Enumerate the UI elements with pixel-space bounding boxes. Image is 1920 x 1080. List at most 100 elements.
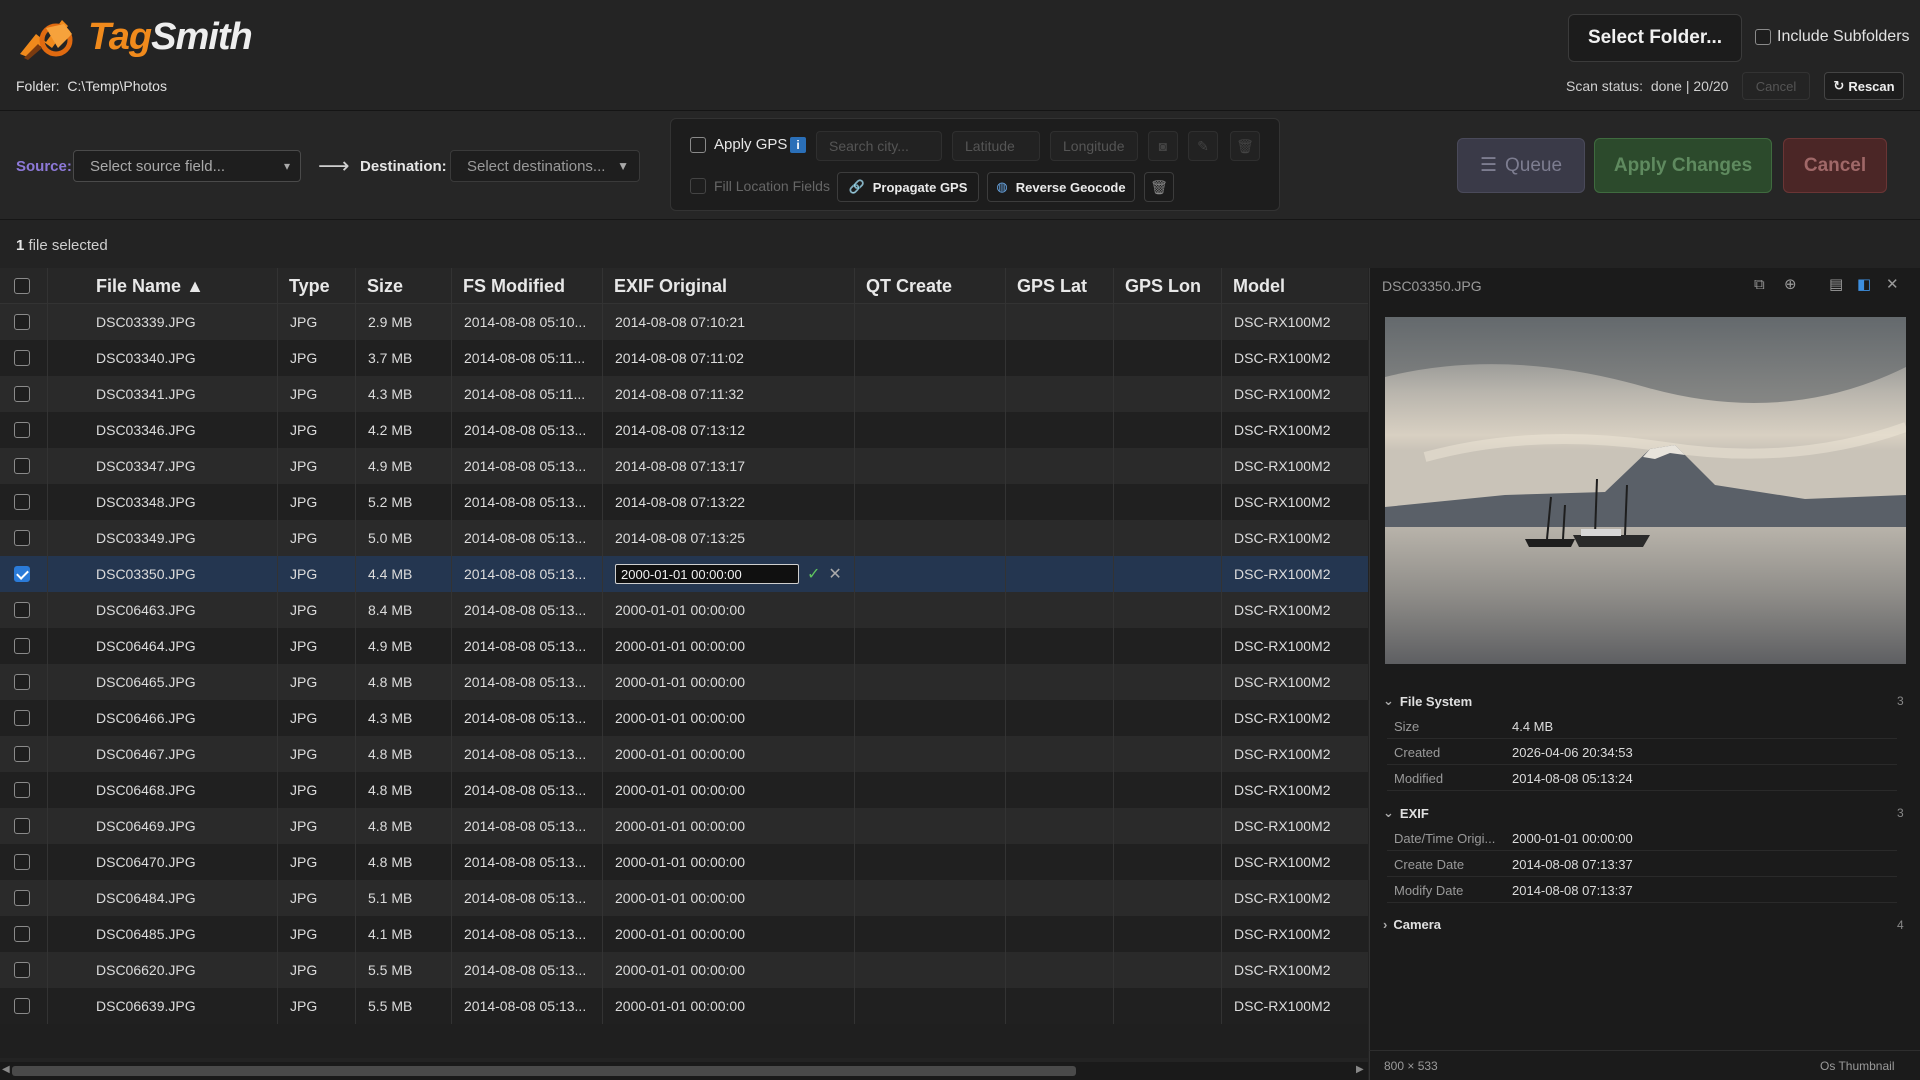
cell-exif-original[interactable]: 2000-01-01 00:00:00	[603, 880, 855, 916]
cell-file-name[interactable]: DSC06465.JPG	[48, 664, 278, 700]
cell-gps-lon[interactable]	[1114, 376, 1222, 412]
cell-model[interactable]: DSC-RX100M2	[1222, 916, 1368, 952]
scroll-left-icon[interactable]: ◀	[2, 1064, 10, 1075]
row-checkbox[interactable]	[14, 782, 30, 798]
zoom-icon[interactable]: ⊕	[1784, 275, 1797, 293]
cell-model[interactable]: DSC-RX100M2	[1222, 664, 1368, 700]
cell-model[interactable]: DSC-RX100M2	[1222, 736, 1368, 772]
column-header-size[interactable]: Size	[356, 268, 452, 304]
row-checkbox[interactable]	[14, 962, 30, 978]
cell-qt-create[interactable]	[855, 952, 1006, 988]
cell-model[interactable]: DSC-RX100M2	[1222, 304, 1368, 340]
row-checkbox[interactable]	[14, 602, 30, 618]
row-checkbox-cell[interactable]	[0, 988, 48, 1024]
cell-gps-lat[interactable]	[1006, 376, 1114, 412]
cell-exif-original[interactable]: 2000-01-01 00:00:00	[603, 700, 855, 736]
reverse-geocode-button[interactable]: ◍ Reverse Geocode	[987, 172, 1135, 202]
table-row[interactable]: DSC06467.JPG JPG 4.8 MB 2014-08-08 05:13...…	[0, 736, 1368, 772]
column-header-qt-create[interactable]: QT Create	[855, 268, 1006, 304]
cell-fs-modified[interactable]: 2014-08-08 05:10...	[452, 304, 603, 340]
camera-button[interactable]: ◙	[1148, 131, 1178, 161]
cell-fs-modified[interactable]: 2014-08-08 05:13...	[452, 988, 603, 1024]
exif-original-edit-input[interactable]: 2000-01-01 00:00:00	[615, 564, 799, 584]
cell-type[interactable]: JPG	[278, 880, 356, 916]
cell-file-name[interactable]: DSC03341.JPG	[48, 376, 278, 412]
cell-size[interactable]: 4.4 MB	[356, 556, 452, 592]
row-checkbox[interactable]	[14, 530, 30, 546]
table-row[interactable]: DSC06464.JPG JPG 4.9 MB 2014-08-08 05:13...…	[0, 628, 1368, 664]
cell-gps-lat[interactable]	[1006, 412, 1114, 448]
cell-gps-lon[interactable]	[1114, 520, 1222, 556]
cell-exif-original[interactable]: 2000-01-01 00:00:00 ✓ ✕	[603, 556, 855, 592]
row-checkbox-cell[interactable]	[0, 736, 48, 772]
cell-file-name[interactable]: DSC06484.JPG	[48, 880, 278, 916]
cell-file-name[interactable]: DSC06620.JPG	[48, 952, 278, 988]
cell-file-name[interactable]: DSC03349.JPG	[48, 520, 278, 556]
row-checkbox[interactable]	[14, 998, 30, 1014]
column-header-model[interactable]: Model	[1222, 268, 1368, 304]
row-checkbox-cell[interactable]	[0, 664, 48, 700]
cell-qt-create[interactable]	[855, 628, 1006, 664]
cell-qt-create[interactable]	[855, 880, 1006, 916]
row-checkbox[interactable]	[14, 494, 30, 510]
cell-type[interactable]: JPG	[278, 808, 356, 844]
cell-file-name[interactable]: DSC06470.JPG	[48, 844, 278, 880]
cell-fs-modified[interactable]: 2014-08-08 05:13...	[452, 736, 603, 772]
row-checkbox[interactable]	[14, 350, 30, 366]
layout-vertical-icon[interactable]: ◧	[1857, 275, 1871, 293]
apply-gps-checkbox[interactable]: Apply GPS	[690, 136, 787, 153]
cell-gps-lon[interactable]	[1114, 628, 1222, 664]
cell-gps-lon[interactable]	[1114, 916, 1222, 952]
cell-model[interactable]: DSC-RX100M2	[1222, 412, 1368, 448]
cell-exif-original[interactable]: 2000-01-01 00:00:00	[603, 664, 855, 700]
row-checkbox-cell[interactable]	[0, 556, 48, 592]
cell-model[interactable]: DSC-RX100M2	[1222, 880, 1368, 916]
cell-type[interactable]: JPG	[278, 304, 356, 340]
cell-size[interactable]: 4.8 MB	[356, 808, 452, 844]
cell-size[interactable]: 4.3 MB	[356, 700, 452, 736]
row-checkbox-cell[interactable]	[0, 916, 48, 952]
table-row[interactable]: DSC06620.JPG JPG 5.5 MB 2014-08-08 05:13...…	[0, 952, 1368, 988]
cell-model[interactable]: DSC-RX100M2	[1222, 520, 1368, 556]
cell-fs-modified[interactable]: 2014-08-08 05:13...	[452, 628, 603, 664]
cell-model[interactable]: DSC-RX100M2	[1222, 628, 1368, 664]
table-row[interactable]: DSC06465.JPG JPG 4.8 MB 2014-08-08 05:13...…	[0, 664, 1368, 700]
cell-fs-modified[interactable]: 2014-08-08 05:13...	[452, 808, 603, 844]
longitude-input[interactable]: Longitude	[1050, 131, 1138, 161]
row-checkbox[interactable]	[14, 818, 30, 834]
column-header-gps-lat[interactable]: GPS Lat	[1006, 268, 1114, 304]
latitude-input[interactable]: Latitude	[952, 131, 1040, 161]
cell-gps-lon[interactable]	[1114, 664, 1222, 700]
external-link-icon[interactable]: ⧉	[1754, 276, 1765, 293]
row-checkbox-cell[interactable]	[0, 700, 48, 736]
cell-exif-original[interactable]: 2000-01-01 00:00:00	[603, 808, 855, 844]
cell-fs-modified[interactable]: 2014-08-08 05:13...	[452, 952, 603, 988]
cell-model[interactable]: DSC-RX100M2	[1222, 808, 1368, 844]
cell-exif-original[interactable]: 2000-01-01 00:00:00	[603, 628, 855, 664]
cell-model[interactable]: DSC-RX100M2	[1222, 988, 1368, 1024]
row-checkbox-cell[interactable]	[0, 952, 48, 988]
cell-size[interactable]: 3.7 MB	[356, 340, 452, 376]
section-header-file-system[interactable]: ⌄ File System	[1383, 693, 1472, 709]
table-row[interactable]: DSC03340.JPG JPG 3.7 MB 2014-08-08 05:11...…	[0, 340, 1368, 376]
cell-model[interactable]: DSC-RX100M2	[1222, 952, 1368, 988]
destination-select[interactable]: Select destinations... ▼	[450, 150, 640, 182]
row-checkbox-cell[interactable]	[0, 484, 48, 520]
table-row[interactable]: DSC06469.JPG JPG 4.8 MB 2014-08-08 05:13...…	[0, 808, 1368, 844]
cell-fs-modified[interactable]: 2014-08-08 05:11...	[452, 340, 603, 376]
cell-file-name[interactable]: DSC06463.JPG	[48, 592, 278, 628]
cell-file-name[interactable]: DSC06466.JPG	[48, 700, 278, 736]
source-select[interactable]: Select source field... ▾	[73, 150, 301, 182]
cell-file-name[interactable]: DSC06639.JPG	[48, 988, 278, 1024]
scrollbar-thumb[interactable]	[12, 1066, 1076, 1076]
cell-gps-lon[interactable]	[1114, 700, 1222, 736]
cell-gps-lat[interactable]	[1006, 448, 1114, 484]
cell-type[interactable]: JPG	[278, 988, 356, 1024]
cell-fs-modified[interactable]: 2014-08-08 05:13...	[452, 412, 603, 448]
cell-gps-lon[interactable]	[1114, 448, 1222, 484]
select-all-checkbox[interactable]	[0, 268, 48, 304]
cell-qt-create[interactable]	[855, 412, 1006, 448]
cell-gps-lon[interactable]	[1114, 304, 1222, 340]
cell-exif-original[interactable]: 2014-08-08 07:13:25	[603, 520, 855, 556]
table-row[interactable]: DSC06639.JPG JPG 5.5 MB 2014-08-08 05:13...…	[0, 988, 1368, 1024]
